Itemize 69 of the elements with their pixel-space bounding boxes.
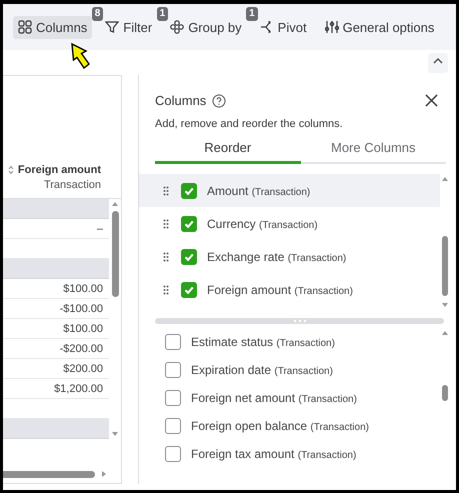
count-badge: 8 bbox=[92, 6, 104, 20]
checkbox[interactable] bbox=[181, 216, 197, 232]
toolbar-button[interactable]: General options bbox=[320, 16, 440, 38]
checkbox[interactable] bbox=[165, 362, 181, 378]
column-item[interactable]: Expiration date (Transaction) bbox=[139, 356, 440, 384]
tab[interactable]: More Columns bbox=[300, 136, 446, 164]
table-cell: $200.00 bbox=[63, 362, 103, 374]
column-label: Estimate status (Transaction) bbox=[191, 335, 335, 349]
column-item[interactable]: Exchange rate (Transaction) bbox=[139, 240, 440, 273]
filter-icon bbox=[105, 20, 120, 34]
table-cell: $1,200.00 bbox=[54, 382, 103, 394]
chevron-up-icon[interactable] bbox=[428, 52, 448, 72]
column-subtitle: Transaction bbox=[44, 179, 101, 191]
table-cell: – bbox=[96, 222, 103, 234]
sliders-icon bbox=[324, 20, 339, 34]
drag-handle-icon[interactable] bbox=[163, 252, 169, 262]
checkbox[interactable] bbox=[165, 334, 181, 350]
scroll-down-icon[interactable] bbox=[441, 302, 449, 308]
splitter-handle[interactable] bbox=[155, 318, 444, 324]
scroll-down-icon[interactable] bbox=[111, 431, 119, 437]
grid-icon bbox=[18, 20, 32, 34]
column-item[interactable]: Estimate status (Transaction) bbox=[139, 328, 440, 356]
drag-handle-icon[interactable] bbox=[163, 218, 169, 228]
table-cell: $100.00 bbox=[63, 282, 103, 294]
column-item[interactable]: Currency (Transaction) bbox=[139, 207, 440, 240]
column-label: Foreign net amount (Transaction) bbox=[191, 391, 357, 405]
scroll-right-icon[interactable] bbox=[101, 470, 107, 478]
scroll-up-icon[interactable] bbox=[441, 176, 449, 182]
column-label: Exchange rate (Transaction) bbox=[207, 250, 346, 264]
sort-icon[interactable] bbox=[8, 165, 14, 175]
column-label: Foreign tax amount (Transaction) bbox=[191, 447, 356, 461]
drag-handle-icon[interactable] bbox=[163, 284, 169, 294]
column-label: Foreign amount (Transaction) bbox=[207, 282, 353, 296]
tab[interactable]: Reorder bbox=[155, 136, 300, 164]
checkbox[interactable] bbox=[181, 282, 197, 298]
toolbar-button[interactable]: Columns bbox=[13, 16, 92, 38]
table-cell: $100.00 bbox=[63, 322, 103, 334]
column-label: Foreign open balance (Transaction) bbox=[191, 419, 369, 433]
column-item[interactable]: Foreign net amount (Transaction) bbox=[139, 384, 440, 412]
help-icon[interactable] bbox=[212, 94, 226, 108]
scroll-up-icon[interactable] bbox=[441, 330, 449, 336]
count-badge: 1 bbox=[156, 6, 168, 20]
scroll-thumb[interactable] bbox=[442, 384, 448, 401]
count-badge: 1 bbox=[246, 6, 258, 20]
checkbox[interactable] bbox=[165, 390, 181, 406]
column-label: Amount (Transaction) bbox=[207, 184, 310, 198]
column-item[interactable]: Foreign amount (Transaction) bbox=[139, 273, 440, 306]
close-icon[interactable] bbox=[425, 94, 438, 107]
scroll-thumb[interactable] bbox=[442, 236, 448, 296]
checkbox[interactable] bbox=[165, 446, 181, 462]
column-item[interactable]: Amount (Transaction) bbox=[139, 174, 440, 207]
panel-description: Add, remove and reorder the columns. bbox=[155, 118, 344, 130]
panel-title: Columns bbox=[155, 93, 206, 108]
pointer-arrow-icon bbox=[69, 42, 91, 70]
scroll-up-icon[interactable] bbox=[111, 201, 119, 207]
table-cell: -$200.00 bbox=[60, 342, 103, 354]
column-label: Expiration date (Transaction) bbox=[191, 363, 333, 377]
checkbox[interactable] bbox=[181, 248, 197, 264]
checkbox[interactable] bbox=[165, 418, 181, 434]
column-item[interactable]: Foreign tax amount (Transaction) bbox=[139, 440, 440, 468]
table-cell: -$100.00 bbox=[60, 302, 103, 314]
drag-handle-icon[interactable] bbox=[163, 186, 169, 196]
column-header[interactable]: Foreign amount bbox=[18, 164, 101, 176]
scroll-thumb[interactable] bbox=[3, 470, 95, 478]
scroll-thumb[interactable] bbox=[112, 211, 118, 297]
column-label: Currency (Transaction) bbox=[207, 216, 318, 230]
flower-icon bbox=[170, 20, 184, 34]
column-item[interactable]: Foreign open balance (Transaction) bbox=[139, 412, 440, 440]
checkbox[interactable] bbox=[181, 182, 197, 198]
